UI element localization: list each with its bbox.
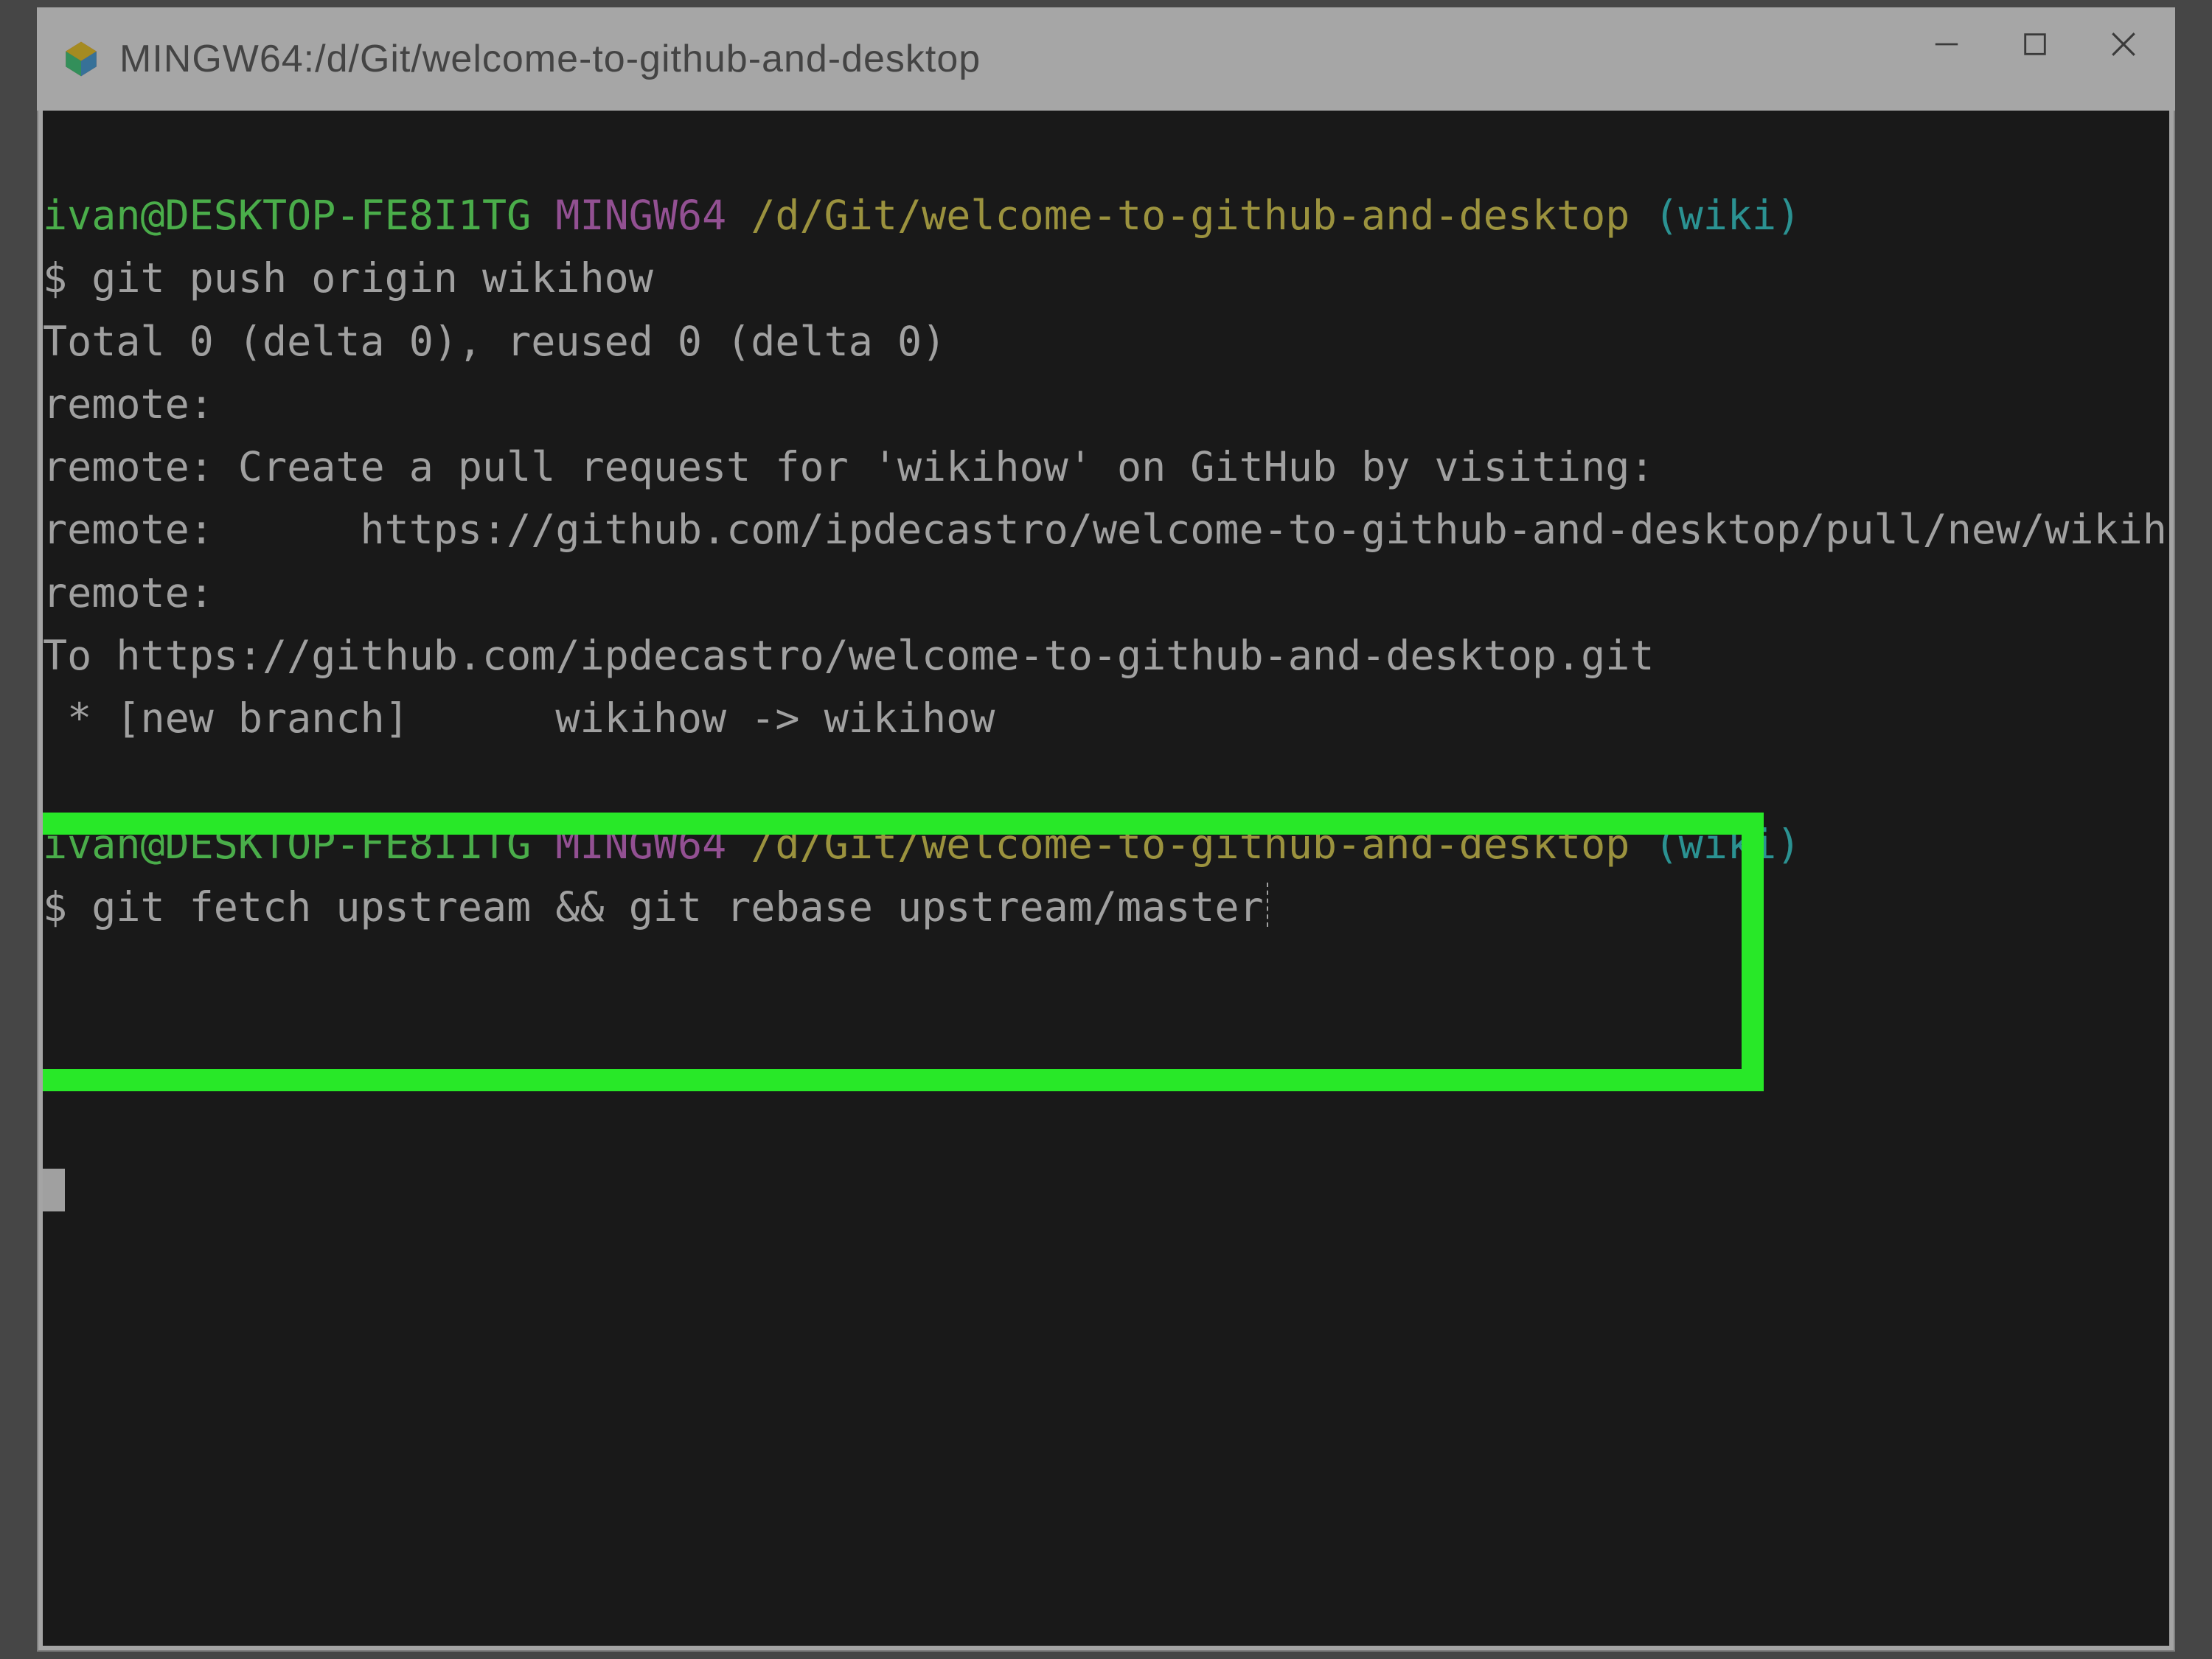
prompt-branch: (wiki): [1655, 192, 1801, 239]
minimize-icon: [1930, 30, 1963, 58]
terminal-body[interactable]: ivan@DESKTOP-FE8I1TG MINGW64 /d/Git/welc…: [43, 111, 2169, 1646]
prompt-line-1: ivan@DESKTOP-FE8I1TG MINGW64 /d/Git/welc…: [43, 184, 2169, 247]
terminal-content: ivan@DESKTOP-FE8I1TG MINGW64 /d/Git/welc…: [43, 184, 2169, 939]
prompt-env: MINGW64: [555, 821, 726, 868]
output-line: remote: https://github.com/ipdecastro/we…: [43, 498, 2169, 561]
output-line: To https://github.com/ipdecastro/welcome…: [43, 625, 2169, 687]
prompt-user: ivan@DESKTOP-FE8I1TG: [43, 192, 531, 239]
output-line: remote:: [43, 373, 2169, 436]
maximize-button[interactable]: [1991, 7, 2079, 81]
blank-line: [43, 750, 2169, 813]
command-1: $ git push origin wikihow: [43, 247, 2169, 310]
block-cursor-icon: [43, 1169, 65, 1211]
prompt-env: MINGW64: [555, 192, 726, 239]
text-cursor-icon: [1264, 883, 1268, 927]
mingw-icon: [59, 37, 103, 81]
output-line: * [new branch] wikihow -> wikihow: [43, 687, 2169, 750]
output-line: remote: Create a pull request for 'wikih…: [43, 436, 2169, 498]
command-2: $ git fetch upstream && git rebase upstr…: [43, 876, 2169, 939]
prompt-branch: (wiki): [1655, 821, 1801, 868]
command-text: $ git fetch upstream && git rebase upstr…: [43, 883, 1264, 931]
window-controls: [1902, 7, 2168, 111]
minimize-button[interactable]: [1902, 7, 1991, 81]
window-title: MINGW64:/d/Git/welcome-to-github-and-des…: [119, 37, 981, 81]
maximize-icon: [2021, 30, 2049, 58]
prompt-user: ivan@DESKTOP-FE8I1TG: [43, 821, 531, 868]
titlebar[interactable]: MINGW64:/d/Git/welcome-to-github-and-des…: [37, 7, 2175, 111]
output-line: Total 0 (delta 0), reused 0 (delta 0): [43, 310, 2169, 373]
prompt-line-2: ivan@DESKTOP-FE8I1TG MINGW64 /d/Git/welc…: [43, 813, 2169, 876]
terminal-window: MINGW64:/d/Git/welcome-to-github-and-des…: [37, 7, 2175, 1652]
close-button[interactable]: [2079, 7, 2168, 81]
prompt-path: /d/Git/welcome-to-github-and-desktop: [751, 821, 1630, 868]
close-icon: [2108, 29, 2139, 60]
output-line: remote:: [43, 562, 2169, 625]
prompt-path: /d/Git/welcome-to-github-and-desktop: [751, 192, 1630, 239]
